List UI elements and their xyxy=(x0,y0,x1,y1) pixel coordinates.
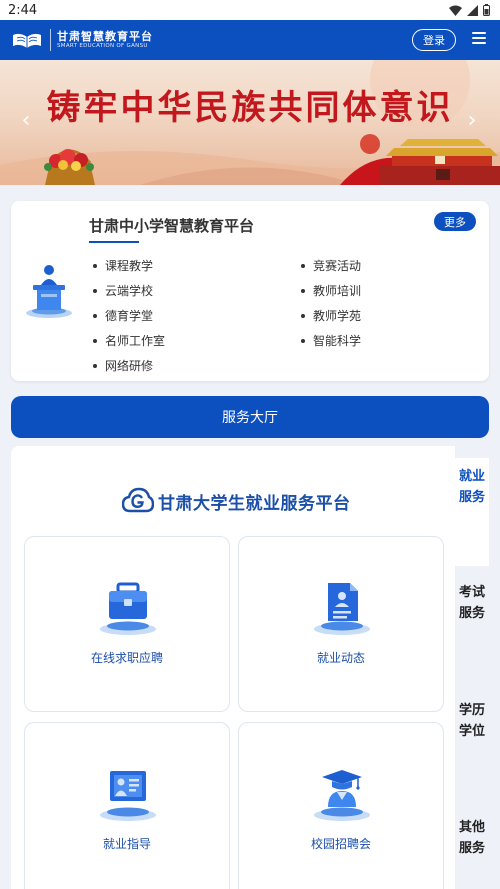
nav-item-teacher-academy[interactable]: 教师学苑 xyxy=(301,303,361,328)
nav-item-competitions[interactable]: 竞赛活动 xyxy=(301,253,361,278)
nav-item-master-teacher-studio[interactable]: 名师工作室 xyxy=(93,328,165,353)
hamburger-menu-icon[interactable] xyxy=(472,32,486,46)
title-underline xyxy=(89,241,139,243)
banner-title: 铸牢中华民族共同体意识 xyxy=(46,88,454,128)
nav-item-course-teaching[interactable]: 课程教学 xyxy=(93,253,165,278)
cloud-g-logo-icon xyxy=(122,487,154,513)
nav-item-smart-science[interactable]: 智能科学 xyxy=(301,328,361,353)
tile-online-job-application[interactable]: 在线求职应聘 xyxy=(24,536,230,712)
tab-exam-services[interactable]: 考试服务 xyxy=(455,578,489,674)
nav-list-right: 竞赛活动 教师培训 教师学苑 智能科学 xyxy=(301,253,361,353)
nav-item-teacher-training[interactable]: 教师培训 xyxy=(301,278,361,303)
banner-next-icon[interactable]: › xyxy=(462,108,482,133)
banner-prev-icon[interactable]: ‹ xyxy=(16,108,36,133)
graduation-cap-icon xyxy=(314,770,370,821)
logo-title: 甘肃智慧教育平台 xyxy=(57,29,153,43)
tile-label: 就业动态 xyxy=(316,651,365,665)
app-header: 甘肃智慧教育平台 SMART EDUCATION OF GANSU 登录 xyxy=(0,20,500,60)
document-icon xyxy=(314,583,370,635)
presentation-icon xyxy=(100,771,156,821)
k12-platform-card: 甘肃中小学智慧教育平台 更多 课程教学 云端学校 德育学堂 名师工作室 网络研修… xyxy=(11,201,489,381)
tile-label: 就业指导 xyxy=(102,837,151,851)
side-tab-bar: 就业服务 考试服务 学历学位 其他服务 xyxy=(455,446,489,889)
wifi-icon xyxy=(449,5,462,16)
status-icons xyxy=(449,4,490,16)
tile-career-guidance[interactable]: 就业指导 xyxy=(24,722,230,889)
briefcase-icon xyxy=(100,582,156,635)
tiananmen-image xyxy=(340,134,500,185)
employment-platform-header: 甘肃大学生就业服务平台 xyxy=(122,487,351,515)
nav-item-online-research[interactable]: 网络研修 xyxy=(93,353,165,378)
battery-icon xyxy=(483,4,490,16)
status-time: 2:44 xyxy=(8,2,38,18)
employment-platform-title: 甘肃大学生就业服务平台 xyxy=(158,493,351,514)
flower-basket-image xyxy=(44,149,95,185)
signal-icon xyxy=(467,4,478,16)
service-hall-button[interactable]: 服务大厅 xyxy=(11,396,489,438)
tab-other-services[interactable]: 其他服务 xyxy=(455,813,489,889)
status-bar: 2:44 xyxy=(0,0,500,20)
logo-divider xyxy=(50,29,51,51)
nav-list-left: 课程教学 云端学校 德育学堂 名师工作室 网络研修 xyxy=(93,253,165,378)
site-logo-text: 甘肃智慧教育平台 SMART EDUCATION OF GANSU xyxy=(57,29,153,50)
nav-item-moral-education[interactable]: 德育学堂 xyxy=(93,303,165,328)
tab-degree-services[interactable]: 学历学位 xyxy=(455,696,489,792)
book-logo-icon xyxy=(10,28,44,52)
tile-label: 校园招聘会 xyxy=(310,837,371,851)
login-button[interactable]: 登录 xyxy=(412,29,456,51)
logo-subtitle: SMART EDUCATION OF GANSU xyxy=(57,43,148,50)
more-button[interactable]: 更多 xyxy=(434,212,476,231)
tile-label: 在线求职应聘 xyxy=(90,651,163,665)
nav-item-cloud-school[interactable]: 云端学校 xyxy=(93,278,165,303)
tab-employment-services[interactable]: 就业服务 xyxy=(455,458,489,566)
tile-campus-job-fair[interactable]: 校园招聘会 xyxy=(238,722,444,889)
k12-platform-title: 甘肃中小学智慧教育平台 xyxy=(89,217,255,235)
tile-employment-news[interactable]: 就业动态 xyxy=(238,536,444,712)
teacher-podium-icon xyxy=(26,265,72,318)
hero-banner[interactable]: 铸牢中华民族共同体意识 ‹ › xyxy=(0,60,500,185)
